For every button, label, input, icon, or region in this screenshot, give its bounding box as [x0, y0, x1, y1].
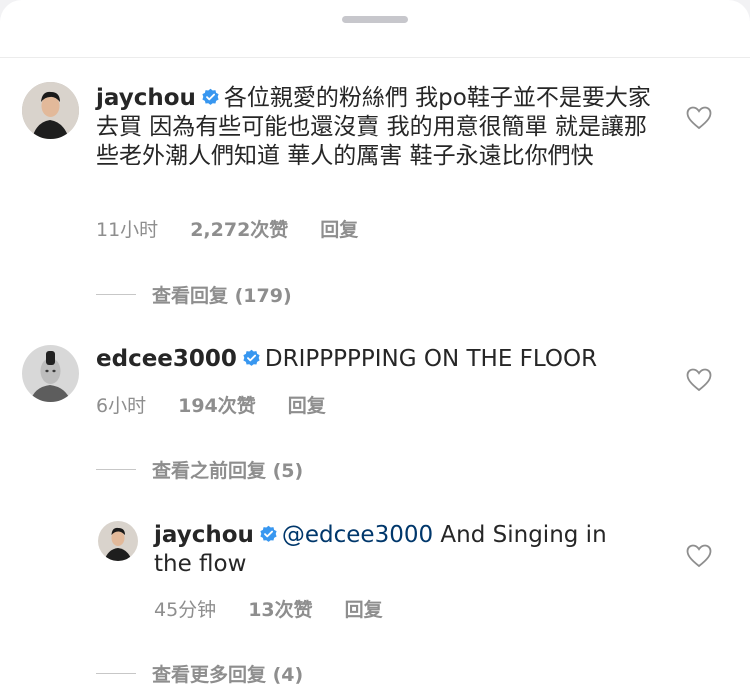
reply-button[interactable]: 回复: [288, 391, 326, 418]
thread-line: [96, 469, 136, 470]
sheet-grabber[interactable]: [342, 16, 408, 23]
heart-outline-icon[interactable]: [686, 544, 712, 568]
view-more-label: 查看更多回复 (4): [152, 664, 304, 686]
comment-meta: 11小时 2,272次赞 回复: [96, 215, 358, 242]
comment-username[interactable]: jaychou: [96, 85, 196, 111]
reply-text: jaychou @edcee3000 And Singing in the flo…: [154, 521, 634, 579]
reply-meta: 45分钟 13次赞 回复: [154, 595, 383, 622]
reply-username[interactable]: jaychou: [154, 522, 254, 548]
comment-text: edcee3000 DRIPPPPPING ON THE FLOOR: [96, 345, 661, 374]
reply-button[interactable]: 回复: [345, 595, 383, 622]
comment-text: jaychou 各位親愛的粉絲們 我po鞋子並不是要大家去買 因為有些可能也還沒賣…: [96, 84, 661, 171]
like-count[interactable]: 2,272次赞: [190, 215, 288, 242]
mention-link[interactable]: @edcee3000: [282, 522, 433, 548]
comment-body: DRIPPPPPING ON THE FLOOR: [264, 346, 598, 372]
reply-time: 45分钟: [154, 599, 217, 621]
view-replies-label: 查看之前回复 (5): [152, 460, 304, 482]
comment-time: 6小时: [96, 395, 147, 417]
like-count[interactable]: 194次赞: [178, 391, 256, 418]
thread-line: [96, 294, 136, 295]
reply-button[interactable]: 回复: [320, 215, 358, 242]
divider: [0, 57, 750, 58]
comment-meta: 6小时 194次赞 回复: [96, 391, 326, 418]
verified-badge-icon: [243, 349, 260, 366]
verified-badge-icon: [202, 88, 219, 105]
verified-badge-icon: [260, 525, 277, 542]
heart-outline-icon[interactable]: [686, 106, 712, 130]
comment-username[interactable]: edcee3000: [96, 346, 237, 372]
view-replies-label: 查看回复 (179): [152, 285, 292, 307]
like-count[interactable]: 13次赞: [248, 595, 312, 622]
view-previous-replies-link[interactable]: 查看之前回复 (5): [96, 456, 303, 483]
thread-line: [96, 673, 136, 674]
avatar[interactable]: [98, 521, 138, 561]
view-more-replies-link[interactable]: 查看更多回复 (4): [96, 660, 303, 687]
view-replies-link[interactable]: 查看回复 (179): [96, 281, 292, 308]
avatar[interactable]: [22, 82, 79, 139]
avatar[interactable]: [22, 345, 79, 402]
heart-outline-icon[interactable]: [686, 368, 712, 392]
comment-time: 11小时: [96, 219, 159, 241]
comments-sheet: jaychou 各位親愛的粉絲們 我po鞋子並不是要大家去買 因為有些可能也還沒賣…: [0, 0, 750, 698]
